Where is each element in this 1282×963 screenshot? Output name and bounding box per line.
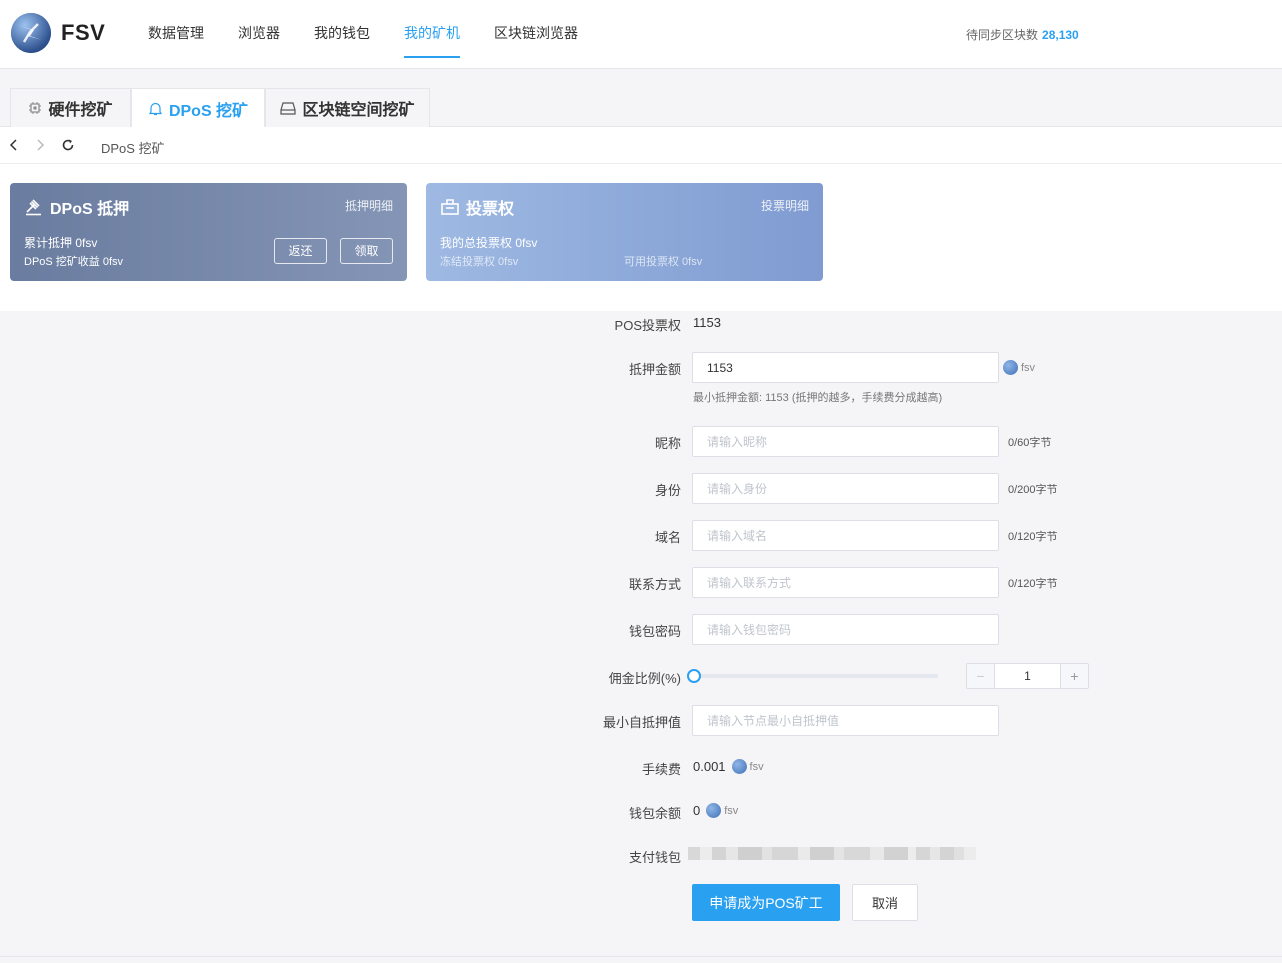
sync-count: 28,130 (1042, 28, 1079, 42)
pos-vote-label: POS投票权 (614, 318, 681, 333)
commission-value[interactable]: 1 (995, 664, 1060, 688)
coin-unit: fsv (1021, 361, 1036, 374)
contact-input[interactable] (692, 567, 999, 598)
wallet-balance-label: 钱包余额 (628, 806, 681, 821)
card-title: 投票权 (440, 195, 514, 219)
ballot-box-icon (441, 199, 459, 215)
mining-tabs: 硬件挖矿 DPoS 挖矿 区块链空间挖矿 (0, 69, 1282, 128)
total-vote-power: 我的总投票权 0fsv (440, 236, 538, 250)
breadcrumb: DPoS 挖矿 (101, 141, 165, 156)
tab-hardware-mining[interactable]: 硬件挖矿 (10, 88, 131, 127)
commission-stepper: − 1 + (966, 663, 1089, 689)
sync-status: 待同步区块数 28,130 (966, 26, 1079, 43)
tab-label: DPoS 挖矿 (168, 102, 249, 120)
increase-button[interactable]: + (1060, 664, 1088, 688)
tab-label: 区块链空间挖矿 (302, 102, 415, 119)
domain-input[interactable] (692, 520, 999, 551)
fee-value-group: 0.001 fsv (693, 759, 764, 774)
vote-power-card: 投票权 投票明细 我的总投票权 0fsv 冻结投票权 0fsv 可用投票权 0f… (426, 183, 823, 281)
summary-cards: DPoS 抵押 抵押明细 累计抵押 0fsv DPoS 挖矿收益 0fsv 返还… (0, 164, 1282, 311)
domain-counter: 0/120字节 (1008, 531, 1058, 543)
refresh-icon[interactable] (60, 137, 76, 153)
return-button[interactable]: 返还 (274, 238, 327, 264)
brand-name: FSV (61, 20, 106, 45)
pay-wallet-address-redacted[interactable] (688, 847, 976, 860)
nickname-counter: 0/60字节 (1008, 437, 1052, 449)
tab-label: 硬件挖矿 (48, 102, 113, 119)
top-navbar: FSV 数据管理 浏览器 我的钱包 我的矿机 区块链浏览器 待同步区块数 28,1… (0, 0, 1282, 69)
nav-item-browser[interactable]: 浏览器 (238, 0, 280, 69)
sync-label: 待同步区块数 (966, 28, 1039, 42)
coin-unit: fsv (749, 760, 764, 773)
pos-vote-value: 1153 (693, 315, 721, 330)
forward-arrow-icon[interactable] (32, 137, 48, 153)
balance-value-group: 0 fsv (693, 803, 738, 818)
available-vote-power: 可用投票权 0fsv (624, 256, 703, 268)
pledge-amount-input[interactable] (692, 352, 999, 383)
claim-button[interactable]: 领取 (340, 238, 393, 264)
fee-coin: fsv (731, 759, 764, 774)
wallet-password-label: 钱包密码 (628, 624, 681, 639)
pledge-coin: fsv (1003, 360, 1035, 375)
vote-details-link[interactable]: 投票明细 (761, 197, 809, 214)
footer-divider (0, 956, 1282, 957)
back-arrow-icon[interactable] (6, 137, 22, 153)
identity-counter: 0/200字节 (1008, 484, 1058, 496)
gavel-icon (26, 199, 41, 216)
tab-space-mining[interactable]: 区块链空间挖矿 (265, 88, 430, 127)
decrease-button[interactable]: − (967, 664, 995, 688)
apply-pos-miner-button[interactable]: 申请成为POS矿工 (692, 884, 840, 921)
contact-label: 联系方式 (628, 577, 681, 592)
commission-slider-handle[interactable] (687, 669, 702, 683)
dpos-earnings: DPoS 挖矿收益 0fsv (24, 256, 124, 268)
pledge-title: DPoS 抵押 (50, 201, 130, 218)
nickname-input[interactable] (692, 426, 999, 457)
vote-title: 投票权 (466, 201, 515, 218)
tab-dpos-mining[interactable]: DPoS 挖矿 (131, 88, 265, 128)
fsv-coin-icon (731, 759, 747, 774)
min-self-pledge-input[interactable] (692, 705, 999, 736)
fee-label: 手续费 (641, 762, 681, 777)
frozen-vote-power: 冻结投票权 0fsv (440, 256, 519, 268)
pledge-hint: 最小抵押金额: 1153 (抵押的越多，手续费分成越高) (693, 392, 943, 404)
fsv-coin-icon (1003, 360, 1018, 375)
domain-label: 域名 (654, 530, 681, 545)
dpos-pledge-card: DPoS 抵押 抵押明细 累计抵押 0fsv DPoS 挖矿收益 0fsv 返还… (10, 183, 407, 281)
pledge-amount-label: 抵押金额 (628, 362, 681, 377)
fsv-logo-icon (11, 13, 51, 53)
coin-unit: fsv (724, 804, 739, 817)
identity-input[interactable] (692, 473, 999, 504)
min-self-pledge-label: 最小自抵押值 (602, 715, 681, 730)
breadcrumb-bar: DPoS 挖矿 (0, 127, 1282, 164)
main-nav: 数据管理 浏览器 我的钱包 我的矿机 区块链浏览器 (148, 0, 612, 69)
drive-icon (280, 102, 297, 115)
chip-icon (29, 102, 42, 114)
commission-label: 佣金比例(%) (608, 671, 681, 686)
balance-value: 0 (693, 803, 701, 818)
nickname-label: 昵称 (654, 436, 681, 451)
nav-item-blockchain-explorer[interactable]: 区块链浏览器 (494, 0, 578, 69)
nav-item-data-management[interactable]: 数据管理 (148, 0, 204, 69)
balance-coin: fsv (706, 803, 738, 818)
contact-counter: 0/120字节 (1008, 578, 1058, 590)
bell-icon (148, 102, 163, 116)
wallet-password-input[interactable] (692, 614, 999, 645)
identity-label: 身份 (654, 483, 681, 498)
cancel-button[interactable]: 取消 (852, 884, 918, 921)
pledge-details-link[interactable]: 抵押明细 (345, 197, 393, 214)
total-pledge: 累计抵押 0fsv (24, 236, 98, 250)
fee-value: 0.001 (693, 759, 726, 774)
commission-slider[interactable] (692, 674, 938, 678)
nav-item-my-miner[interactable]: 我的矿机 (404, 0, 460, 69)
card-title: DPoS 抵押 (24, 195, 129, 219)
fsv-coin-icon (706, 803, 722, 818)
pay-wallet-label: 支付钱包 (628, 850, 681, 865)
nav-item-my-wallet[interactable]: 我的钱包 (314, 0, 370, 69)
